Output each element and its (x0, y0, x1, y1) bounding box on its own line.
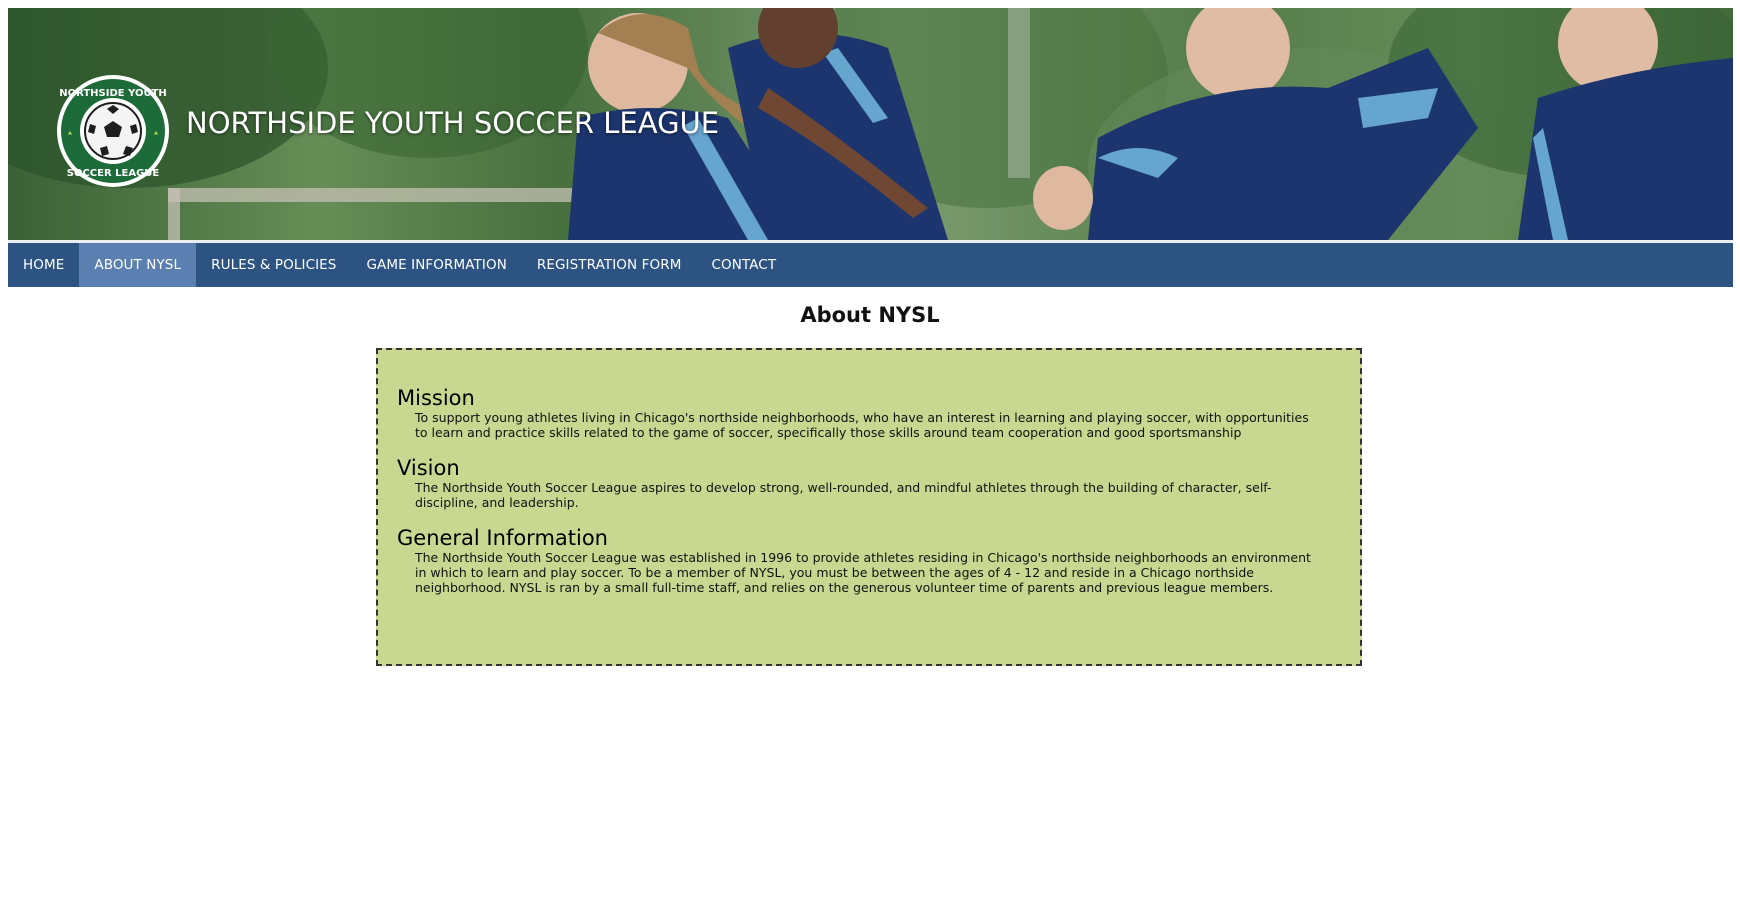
general-information-heading: General Information (397, 526, 608, 550)
mission-section: Mission To support young athletes living… (397, 386, 1320, 440)
nav-item-home[interactable]: HOME (8, 243, 79, 287)
general-information-text: The Northside Youth Soccer League was es… (415, 550, 1311, 595)
logo-text-top: NORTHSIDE YOUTH (59, 88, 167, 99)
nav-item-registration-form[interactable]: REGISTRATION FORM (522, 243, 697, 287)
site-title[interactable]: NORTHSIDE YOUTH SOCCER LEAGUE (186, 106, 719, 140)
vision-section: Vision The Northside Youth Soccer League… (397, 456, 1320, 510)
mission-text: To support young athletes living in Chic… (415, 410, 1309, 440)
page-title: About NYSL (800, 303, 940, 327)
header-banner: NORTHSIDE YOUTH SOCCER LEAGUE NORTHSIDE … (8, 8, 1733, 240)
nav-item-about-nysl[interactable]: ABOUT NYSL (79, 243, 197, 287)
main-nav: HOME ABOUT NYSL RULES & POLICIES GAME IN… (8, 243, 1733, 287)
general-information-section: General Information The Northside Youth … (397, 526, 1320, 595)
about-info-box: Mission To support young athletes living… (376, 348, 1362, 666)
vision-heading: Vision (397, 456, 460, 480)
mission-heading: Mission (397, 386, 475, 410)
page: NORTHSIDE YOUTH SOCCER LEAGUE NORTHSIDE … (0, 0, 1740, 914)
nav-item-game-information[interactable]: GAME INFORMATION (351, 243, 521, 287)
nav-item-rules-policies[interactable]: RULES & POLICIES (196, 243, 351, 287)
league-logo[interactable]: NORTHSIDE YOUTH SOCCER LEAGUE (56, 74, 170, 188)
vision-text: The Northside Youth Soccer League aspire… (415, 480, 1272, 510)
nav-item-contact[interactable]: CONTACT (696, 243, 791, 287)
logo-text-bottom: SOCCER LEAGUE (67, 168, 160, 179)
